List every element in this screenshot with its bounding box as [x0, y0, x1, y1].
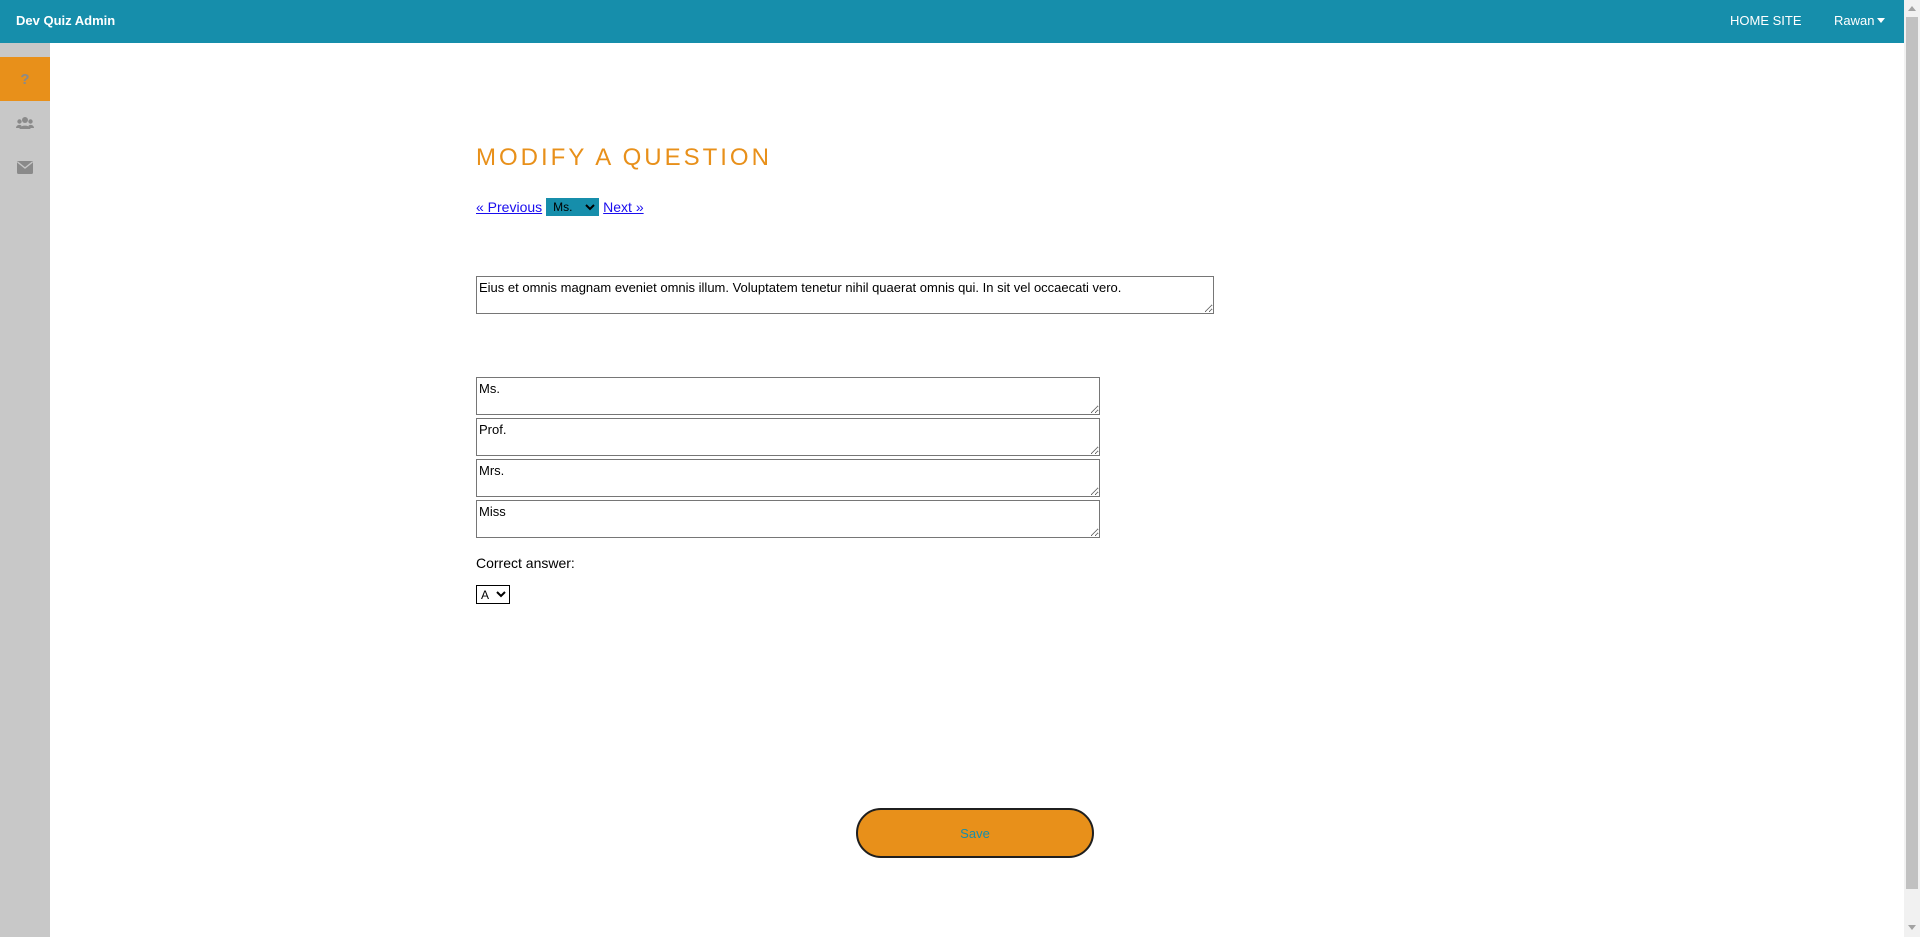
sidebar-item-questions[interactable]: ? [0, 57, 50, 101]
page-title: MODIFY A QUESTION [476, 144, 772, 171]
caret-down-icon [1877, 18, 1886, 23]
sidebar: ? [0, 43, 50, 937]
question-navigation: « Previous Ms. Next » [476, 197, 644, 217]
previous-link[interactable]: « Previous [476, 199, 542, 215]
scroll-down-icon[interactable] [1908, 925, 1916, 930]
correct-answer-select[interactable]: A [476, 585, 510, 604]
answer-b-field[interactable]: Prof. [476, 418, 1100, 456]
user-menu-toggle[interactable]: Rawan [1834, 13, 1886, 28]
correct-answer-label: Correct answer: [476, 555, 575, 571]
user-name: Rawan [1834, 13, 1875, 28]
brand-link[interactable]: Dev Quiz Admin [16, 13, 115, 28]
page-scrollbar[interactable] [1904, 0, 1920, 937]
home-site-link[interactable]: HOME SITE [1730, 13, 1802, 28]
envelope-icon [17, 160, 33, 174]
save-button[interactable]: Save [856, 808, 1094, 858]
sidebar-item-messages[interactable] [0, 145, 50, 189]
question-icon: ? [20, 70, 30, 88]
top-navbar: Dev Quiz Admin HOME SITE Rawan [0, 0, 1904, 43]
answer-d-field[interactable]: Miss [476, 500, 1100, 538]
scroll-thumb[interactable] [1906, 17, 1918, 889]
users-icon [16, 117, 34, 129]
question-select[interactable]: Ms. [546, 198, 600, 216]
answer-c-field[interactable]: Mrs. [476, 459, 1100, 497]
scroll-up-icon[interactable] [1908, 6, 1916, 11]
question-text-field[interactable]: Eius et omnis magnam eveniet omnis illum… [476, 276, 1214, 314]
answer-a-field[interactable]: Ms. [476, 377, 1100, 415]
next-link[interactable]: Next » [603, 199, 643, 215]
sidebar-item-users[interactable] [0, 101, 50, 145]
